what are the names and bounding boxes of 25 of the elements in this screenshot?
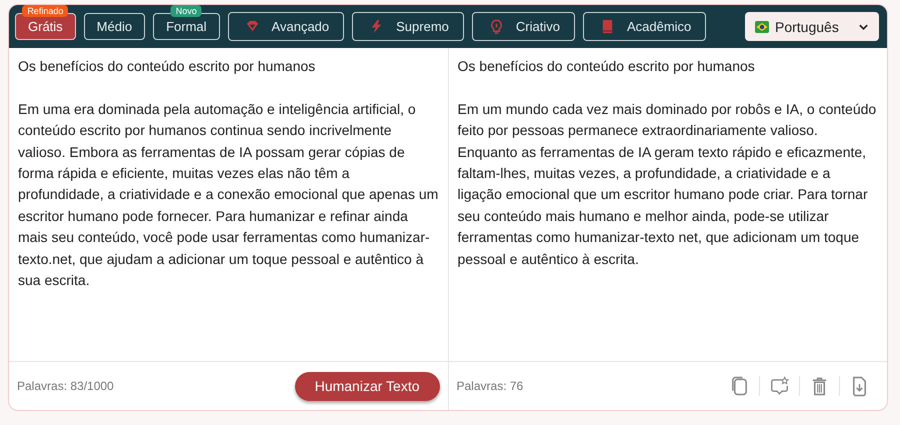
mode-tab[interactable]: Supremo [352, 12, 464, 41]
gem-icon [244, 19, 260, 34]
copy-icon[interactable] [730, 375, 749, 397]
mode-badge: Novo [170, 5, 202, 17]
mode-tab[interactable]: Criativo [472, 12, 575, 41]
chevron-down-icon [858, 22, 869, 30]
mode-badge: Refinado [22, 5, 68, 17]
lightbulb-icon [488, 19, 504, 34]
trash-icon[interactable] [810, 375, 829, 397]
flag-icon [755, 20, 769, 32]
mode-tab[interactable]: Grátis [15, 13, 76, 40]
mode-tab[interactable]: Avançado [228, 12, 344, 41]
mode-tab[interactable]: Acadêmico [582, 12, 706, 41]
input-text[interactable]: Em uma era dominada pela automação e inteligência artificial, o conteúdo escrito por humanos continua sendo incrivelmente valioso. Embora as ferramentas de IA possam gerar cópias de forma rápida e eficiente, muitas vezes elas não têm a profundidade, a criatividade e a conexão emocional que apenas um escritor humano pode fornecer. Para humanizar e refinar ainda mais seu conteúdo, você pode usar ferramentas como humanizar-texto.net, que ajudam a adicionar um toque pessoal e autêntico à sua escrita. [18, 98, 438, 292]
output-text: Em um mundo cada vez mais dominado por robôs e IA, o conteúdo feito por pessoas permanece extraordinariamente valioso. Enquanto as ferramentas de IA geram texto rápido e eficazmente, faltam-lhes, muitas vezes, a profundidade, a criatividade e a ligação emocional que um escritor humano pode criar. Para tornar seu conteúdo mais humano e melhor ainda, pode-se utilizar ferramentas como humanizar-texto net, que adicionam um toque pessoal e autêntico à escrita. [458, 100, 878, 269]
comment-star-icon[interactable] [770, 375, 789, 397]
humanize-button[interactable]: Humanizar Texto [294, 372, 440, 400]
language-select[interactable]: Português [745, 12, 879, 41]
file-download-icon[interactable] [850, 375, 869, 397]
text-title: Os benefícios do conteúdo escrito por humanos [458, 57, 756, 76]
text-title: Os benefícios do conteúdo escrito por humanos [18, 57, 316, 76]
word-count: Palavras: 83/1000 [17, 379, 114, 393]
mode-tab[interactable]: Médio [84, 13, 146, 40]
word-count: Palavras: 76 [456, 379, 524, 393]
mode-tab[interactable]: Formal [153, 13, 220, 40]
